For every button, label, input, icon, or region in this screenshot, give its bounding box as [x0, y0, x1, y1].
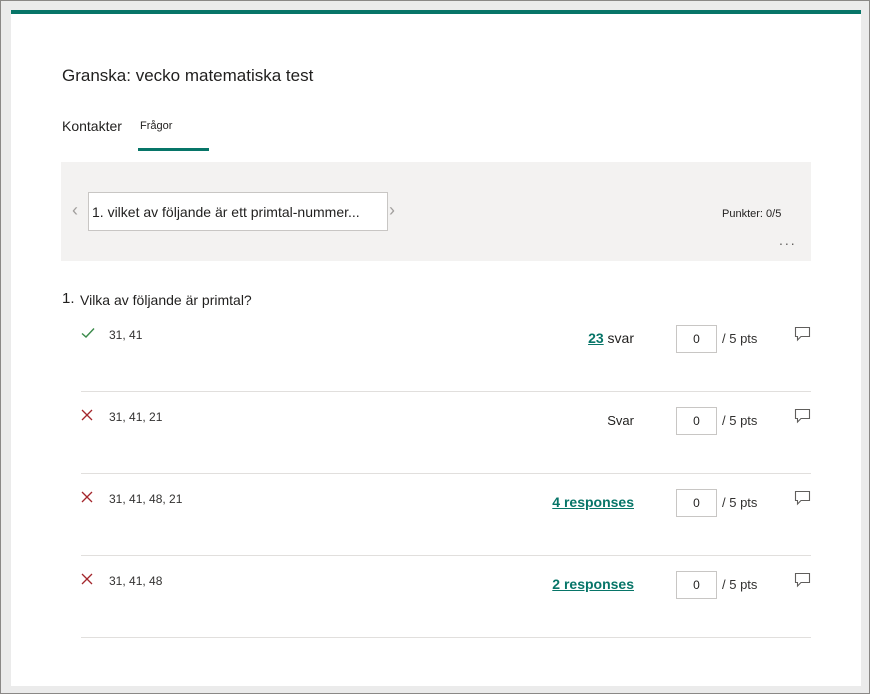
responses-count[interactable]: 23 [588, 330, 604, 346]
score-input[interactable] [676, 325, 717, 353]
tab-questions[interactable]: Frågor [140, 120, 172, 132]
points-label: Punkter: 0/5 [722, 208, 782, 220]
max-points: / 5 pts [722, 331, 758, 346]
window-frame: Granska: vecko matematiska test Kontakte… [0, 0, 870, 694]
chevron-left-icon[interactable]: ‹ [72, 200, 78, 220]
answer-text: 31, 41, 48, 21 [109, 492, 183, 506]
question-selector[interactable]: 1. vilket av följande är ett primtal-num… [88, 192, 388, 231]
responses-link[interactable]: 2 responses [552, 576, 634, 592]
answer-row: 31, 41, 21 Svar / 5 pts [81, 392, 811, 474]
cross-icon [81, 572, 93, 588]
question-text: Vilka av följande är primtal? [80, 292, 252, 308]
comment-icon[interactable] [794, 572, 811, 588]
responses-suffix: Svar [607, 413, 634, 428]
score-input[interactable] [676, 571, 717, 599]
score-input[interactable] [676, 407, 717, 435]
max-points: / 5 pts [722, 577, 758, 592]
max-points: / 5 pts [722, 413, 758, 428]
responses-suffix: svar [603, 330, 634, 346]
comment-icon[interactable] [794, 326, 811, 342]
answer-row: 31, 41, 48, 21 4 responses / 5 pts [81, 474, 811, 556]
responses-count[interactable]: 2 responses [552, 576, 634, 592]
responses-count[interactable]: 4 responses [552, 494, 634, 510]
responses-link[interactable]: Svar [607, 412, 634, 428]
cross-icon [81, 490, 93, 506]
cross-icon [81, 408, 93, 424]
comment-icon[interactable] [794, 490, 811, 506]
max-points: / 5 pts [722, 495, 758, 510]
question-number: 1. [62, 290, 75, 307]
answer-text: 31, 41, 48 [109, 574, 163, 588]
answer-row: 31, 41, 48 2 responses / 5 pts [81, 556, 811, 638]
responses-link[interactable]: 4 responses [552, 494, 634, 510]
responses-link[interactable]: 23 svar [588, 330, 634, 346]
chevron-right-icon[interactable]: › [389, 200, 395, 220]
score-input[interactable] [676, 489, 717, 517]
question-navigator: ‹ 1. vilket av följande är ett primtal-n… [61, 162, 811, 261]
answer-row: 31, 41 23 svar / 5 pts [81, 310, 811, 392]
more-options-icon[interactable]: ... [779, 232, 797, 248]
answer-text: 31, 41, 21 [109, 410, 163, 424]
review-card: Granska: vecko matematiska test Kontakte… [11, 10, 861, 686]
active-tab-indicator [138, 148, 209, 151]
page-title: Granska: vecko matematiska test [62, 66, 314, 85]
answer-text: 31, 41 [109, 328, 143, 342]
checkmark-icon [81, 326, 95, 342]
comment-icon[interactable] [794, 408, 811, 424]
tab-contacts[interactable]: Kontakter [62, 118, 122, 134]
